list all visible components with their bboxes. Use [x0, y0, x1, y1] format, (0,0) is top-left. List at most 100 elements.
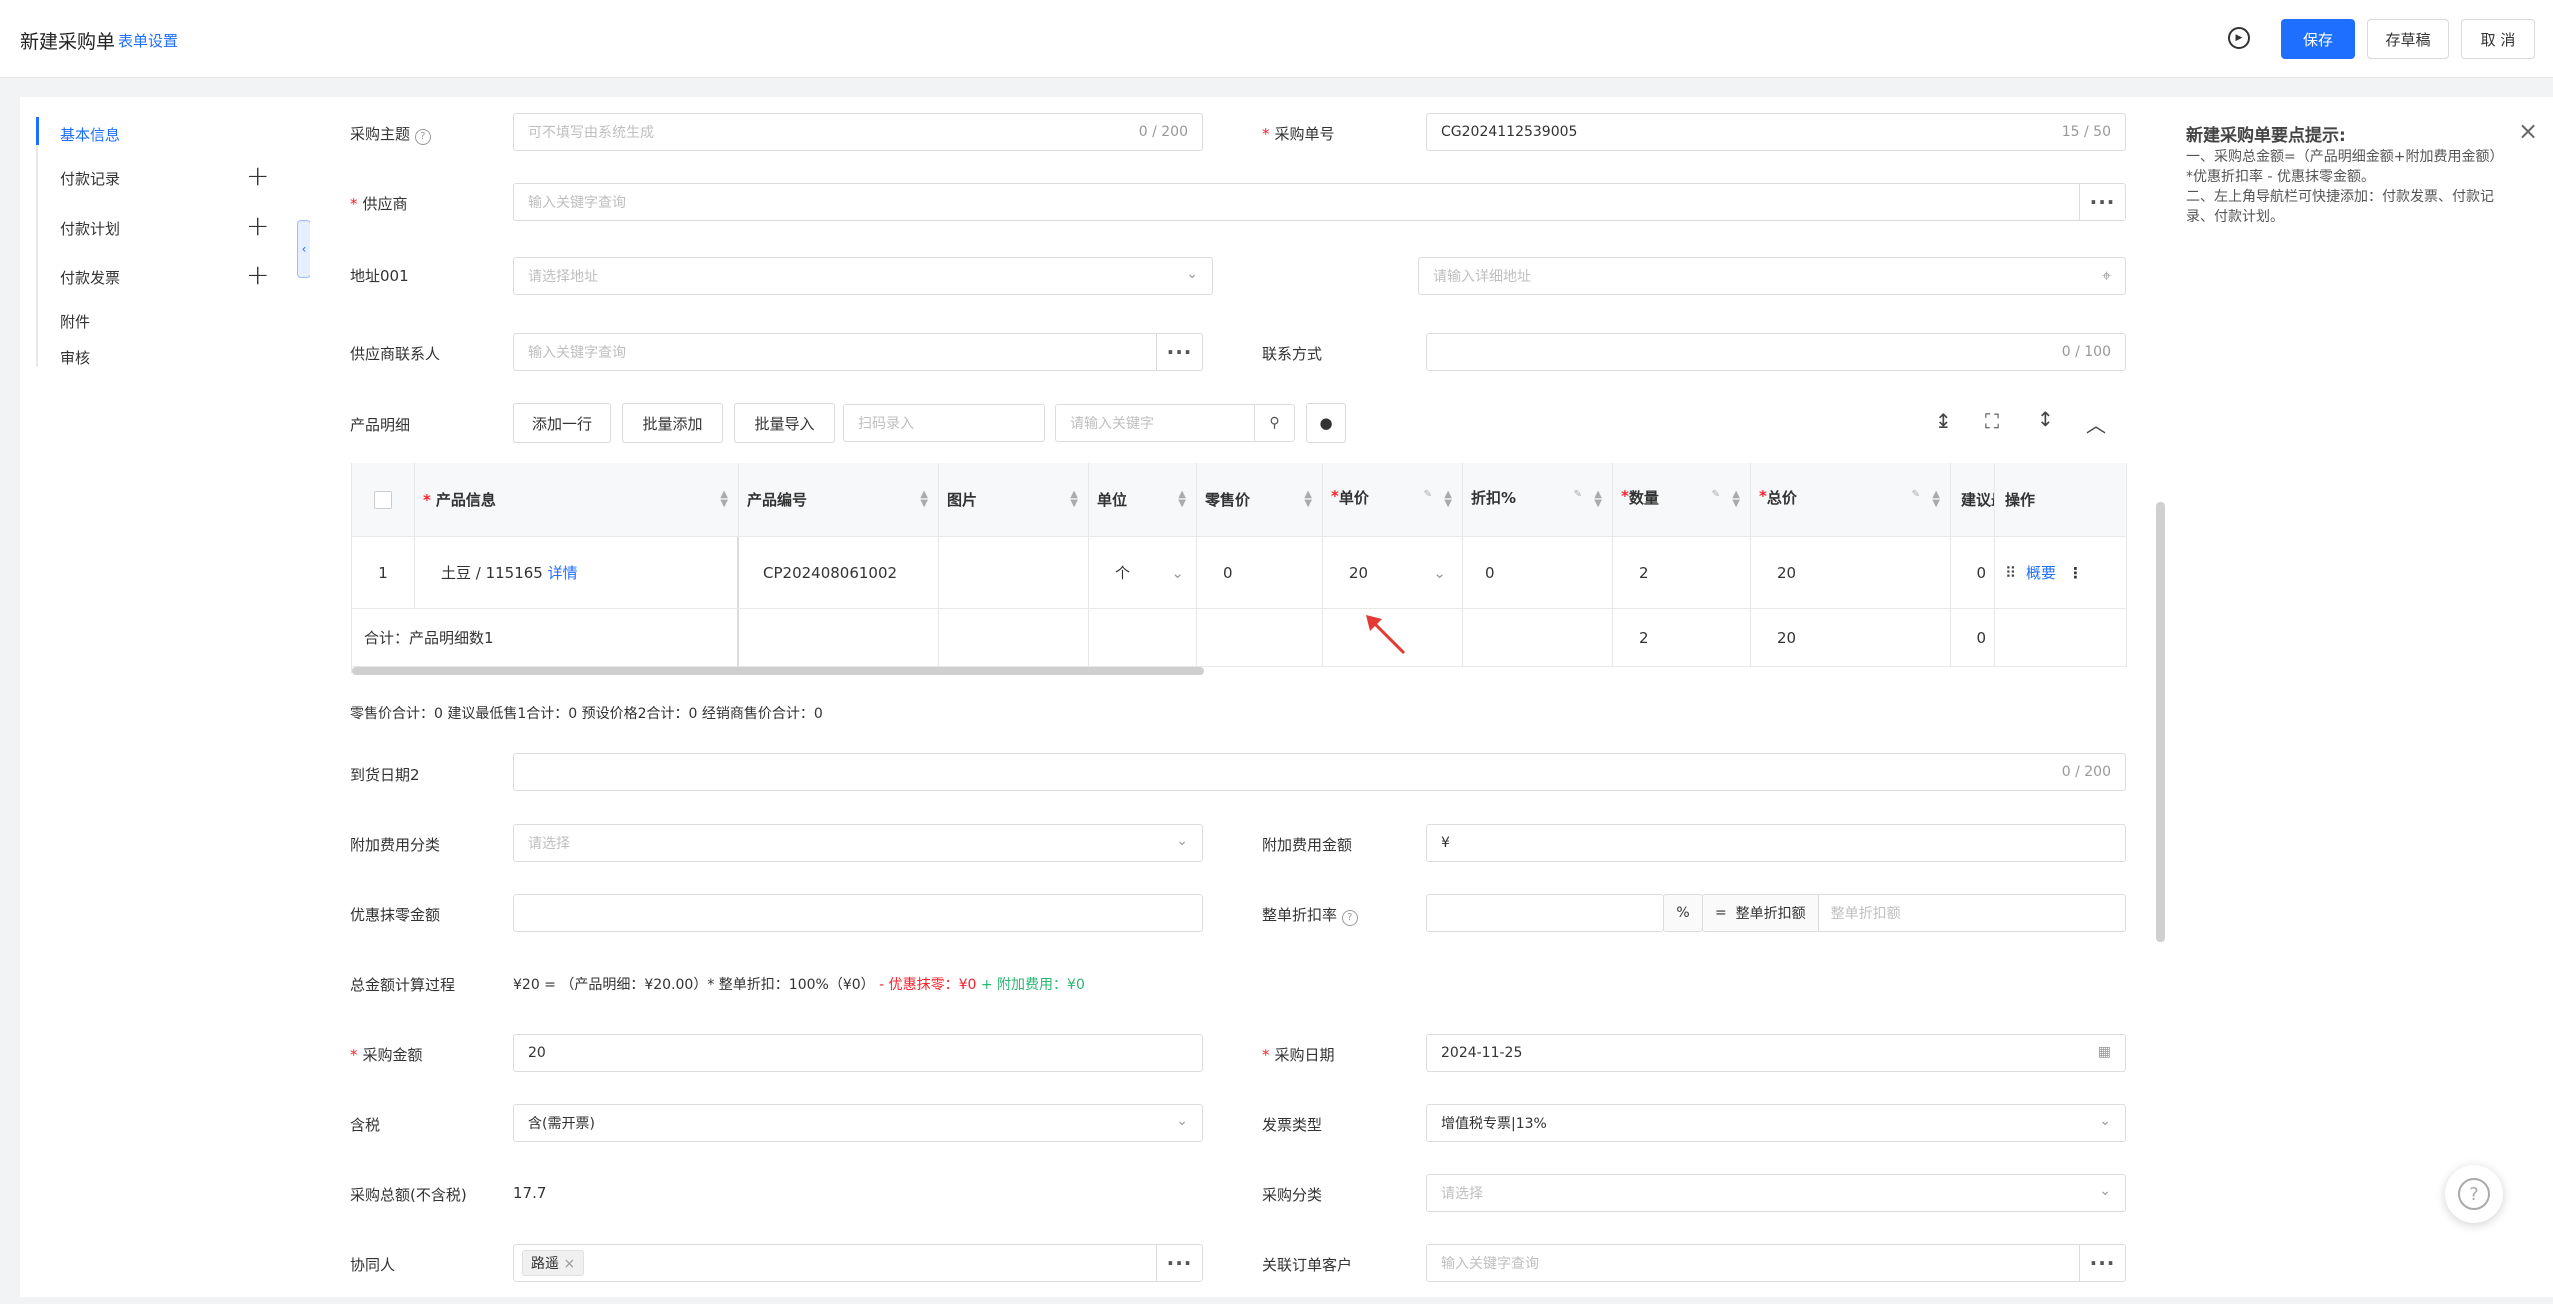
more-vertical-icon[interactable]: ⋮ [2068, 564, 2083, 582]
discount-off-input[interactable] [513, 894, 1203, 932]
col-actions: 操作 [1995, 463, 2127, 537]
whole-rate-input[interactable] [1426, 894, 1664, 932]
expand-vertical-icon[interactable]: ↕ [2037, 407, 2054, 431]
invoice-type-value: 增值税专票|13% [1441, 1116, 1547, 1132]
discount-off-label: 优惠抹零金额 [350, 906, 441, 924]
date-input[interactable]: 2024-11-25 ▦ [1426, 1034, 2126, 1072]
nav-payment-records[interactable]: 付款记录 [60, 168, 120, 189]
nav-payment-invoice[interactable]: 付款发票 [60, 267, 120, 288]
contact-way-label: 联系方式 [1262, 345, 1323, 363]
sum-quantity: 2 [1613, 609, 1751, 667]
detail-link[interactable]: 详情 [548, 562, 578, 583]
more-icon[interactable]: ··· [1156, 1245, 1202, 1281]
col-retail-price[interactable]: 零售价 ▲ ▼ [1197, 463, 1323, 537]
contact-input[interactable]: 输入关键字查询 ··· [513, 333, 1203, 371]
sort-icon: ▲ ▼ [1070, 489, 1078, 509]
add-payment-invoice-icon[interactable]: + [246, 258, 269, 291]
batch-add-button[interactable]: 批量添加 [622, 403, 723, 443]
drag-handle-icon[interactable]: ⠿ [2005, 564, 2016, 582]
contact-way-input[interactable]: 0 / 100 [1426, 333, 2126, 371]
col-quantity[interactable]: * 数量 ✎ ▲ ▼ [1613, 463, 1751, 537]
table-scrollbar[interactable] [352, 667, 1204, 675]
summary-link[interactable]: 概要 [2026, 562, 2056, 583]
address-detail-input[interactable]: 请输入详细地址 ⌖ [1418, 257, 2126, 295]
extra-cat-select[interactable]: 请选择 ⌄ [513, 824, 1203, 862]
cancel-button[interactable]: 取 消 [2461, 19, 2535, 59]
collapse-nav-icon[interactable]: ‹ [297, 220, 311, 278]
row-height-icon[interactable]: ↨ [1935, 409, 1952, 433]
amount-input[interactable]: 20 [513, 1034, 1203, 1072]
row-product-info[interactable]: 土豆 / 115165 详情 [415, 537, 739, 609]
row-total[interactable]: 20 [1751, 537, 1951, 609]
form-settings-link[interactable]: 表单设置 [118, 30, 178, 51]
col-unit-price[interactable]: * 单价 ✎ ▲ ▼ [1323, 463, 1463, 537]
row-unit[interactable]: 个 ⌄ [1089, 537, 1197, 609]
arrival-count: 0 / 200 [2061, 764, 2111, 780]
subject-count: 0 / 200 [1138, 124, 1188, 140]
arrow-annotation-icon [1366, 615, 1406, 655]
invoice-type-label: 发票类型 [1262, 1116, 1323, 1134]
save-button[interactable]: 保存 [2281, 19, 2355, 59]
collab-input[interactable]: 路遥 × ··· [513, 1244, 1203, 1282]
more-icon[interactable]: ··· [2079, 184, 2125, 220]
top-bar: 新建采购单 表单设置 ▶ 保存 存草稿 取 消 [0, 0, 2553, 78]
fullscreen-icon[interactable]: ⛶ [1985, 409, 1999, 433]
search-icon[interactable]: ⚲ [1254, 405, 1294, 441]
help-button[interactable]: ? [2445, 1165, 2503, 1223]
more-icon[interactable]: ··· [1156, 334, 1202, 370]
nav-payment-plan[interactable]: 付款计划 [60, 218, 120, 239]
col-product-code[interactable]: 产品编号 ▲ ▼ [739, 463, 939, 537]
edit-icon: ✎ [1711, 489, 1720, 500]
row-discount[interactable]: 0 [1463, 537, 1613, 609]
collab-tag[interactable]: 路遥 × [522, 1250, 585, 1276]
play-icon[interactable]: ▶ [2228, 27, 2250, 49]
supplier-placeholder: 输入关键字查询 [528, 195, 626, 211]
row-retail[interactable]: 0 [1197, 537, 1323, 609]
category-select[interactable]: 请选择 ⌄ [1426, 1174, 2126, 1212]
row-quantity[interactable]: 2 [1613, 537, 1751, 609]
col-discount[interactable]: 折扣% ✎ ▲ ▼ [1463, 463, 1613, 537]
select-all-checkbox[interactable] [374, 490, 392, 509]
arrival-input[interactable]: 0 / 200 [513, 753, 2126, 791]
close-icon[interactable]: × [2518, 117, 2538, 145]
subject-placeholder: 可不填写由系统生成 [528, 125, 654, 141]
sum-cell [739, 609, 939, 667]
extra-amt-input[interactable]: ¥ [1426, 824, 2126, 862]
whole-discount-field[interactable]: = 整单折扣额 整单折扣额 [1702, 894, 2126, 932]
product-search-input[interactable]: 请输入关键字 ⚲ [1055, 404, 1295, 442]
order-no-input[interactable]: CG2024112539005 15 / 50 [1426, 113, 2126, 151]
address-select[interactable]: 请选择地址 ⌄ [513, 257, 1213, 295]
bulb-icon[interactable]: ● [1306, 403, 1346, 443]
col-total[interactable]: * 总价 ✎ ▲ ▼ [1751, 463, 1951, 537]
address-detail-placeholder: 请输入详细地址 [1433, 269, 1531, 285]
more-icon[interactable]: ··· [2079, 1245, 2125, 1281]
location-icon[interactable]: ⌖ [2102, 266, 2111, 286]
col-image[interactable]: 图片 ▲ ▼ [939, 463, 1089, 537]
main-scrollbar[interactable] [2156, 502, 2165, 942]
nav-basic-info[interactable]: 基本信息 [60, 124, 120, 145]
nav-attachments[interactable]: 附件 [60, 311, 90, 332]
tax-select[interactable]: 含(需开票) ⌄ [513, 1104, 1203, 1142]
nav-review[interactable]: 审核 [60, 347, 90, 368]
customer-label: 关联订单客户 [1262, 1256, 1353, 1274]
batch-import-button[interactable]: 批量导入 [734, 403, 835, 443]
row-unit-price[interactable]: 20 ⌄ [1323, 537, 1463, 609]
col-product-info[interactable]: * 产品信息 ▲ ▼ [415, 463, 739, 537]
subject-label: 采购主题 ? [350, 123, 431, 145]
customer-input[interactable]: 输入关键字查询 ··· [1426, 1244, 2126, 1282]
subject-input[interactable]: 可不填写由系统生成 0 / 200 [513, 113, 1203, 151]
add-payment-plan-icon[interactable]: + [246, 209, 269, 242]
col-suggest[interactable]: 建议最 [1951, 463, 1995, 537]
supplier-input[interactable]: 输入关键字查询 ··· [513, 183, 2126, 221]
date-label: * 采购日期 [1262, 1046, 1335, 1064]
scan-input[interactable]: 扫码录入 [843, 404, 1045, 442]
left-nav: 基本信息 付款记录 + 付款计划 + 付款发票 + 附件 审核 [20, 97, 310, 1297]
add-row-button[interactable]: 添加一行 [513, 403, 611, 443]
invoice-type-select[interactable]: 增值税专票|13% ⌄ [1426, 1104, 2126, 1142]
collapse-up-icon[interactable]: ︿ [2086, 409, 2106, 438]
sum-suggest: 0 [1951, 609, 1995, 667]
col-unit[interactable]: 单位 ▲ ▼ [1089, 463, 1197, 537]
add-payment-record-icon[interactable]: + [246, 159, 269, 192]
category-label: 采购分类 [1262, 1186, 1323, 1204]
draft-button[interactable]: 存草稿 [2367, 19, 2449, 59]
